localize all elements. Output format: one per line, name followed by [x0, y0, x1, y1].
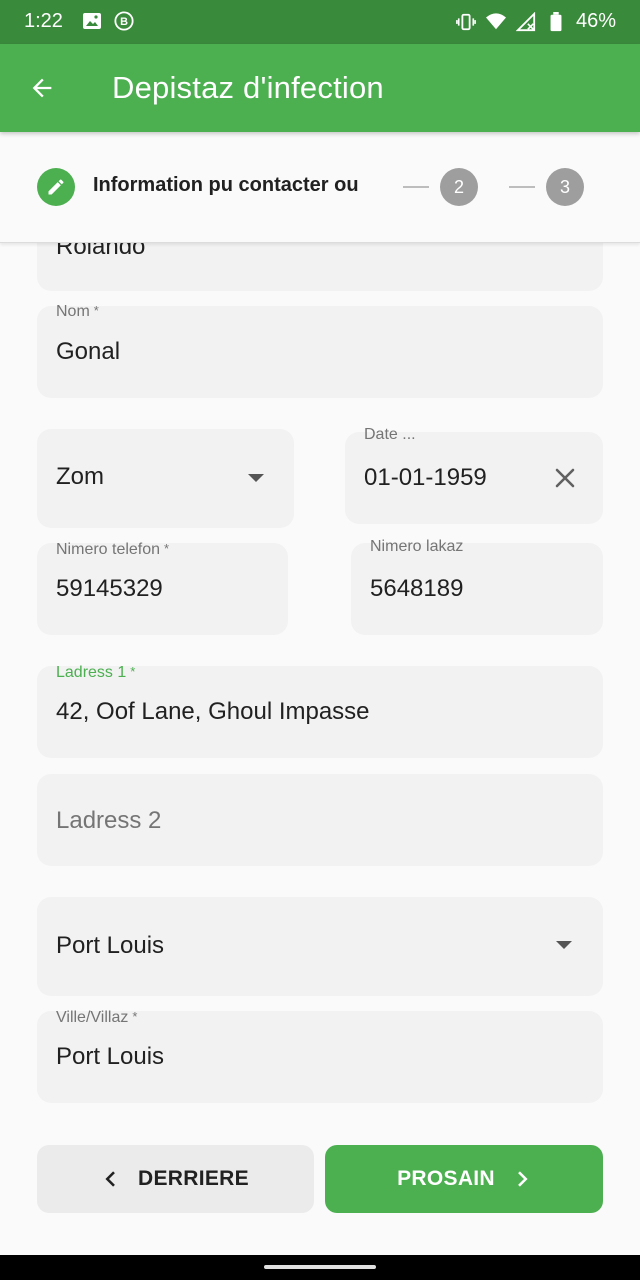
notification-icons: B: [82, 11, 134, 31]
city-label: Ville/Villaz *: [56, 1009, 138, 1026]
status-time: 1:22: [24, 10, 63, 32]
district-dropdown[interactable]: Port Louis: [37, 897, 603, 996]
step-connector: [509, 186, 535, 188]
address2-field[interactable]: Ladress 2: [37, 774, 603, 866]
step-connector: [403, 186, 429, 188]
first-name-field[interactable]: Rolando: [37, 243, 603, 291]
battery-percent: 46%: [575, 10, 616, 32]
chevron-right-icon: [517, 1171, 528, 1187]
system-nav-bar: [0, 1255, 640, 1280]
b-badge-icon: B: [114, 11, 134, 31]
svg-text:B: B: [120, 16, 128, 28]
city-field[interactable]: Ville/Villaz * Port Louis: [37, 1009, 603, 1103]
wifi-icon: [485, 12, 506, 29]
page-title: Depistaz d'infection: [112, 70, 384, 105]
gender-value: Zom: [56, 463, 104, 490]
phone-field[interactable]: Nimero telefon * 59145329: [37, 541, 288, 635]
step-2-indicator[interactable]: 2: [440, 168, 478, 206]
clear-date-button[interactable]: [545, 458, 585, 498]
home-phone-field[interactable]: Nimero lakaz 5648189: [351, 538, 603, 635]
pencil-icon: [48, 179, 64, 195]
last-name-value: Gonal: [56, 338, 121, 365]
form-content[interactable]: Rolando Nom * Gonal Zom Date ... 01-01-19…: [0, 243, 640, 1255]
dob-label: Date ...: [364, 426, 416, 443]
vibrate-icon: [456, 13, 476, 30]
phone-label: Nimero telefon *: [56, 541, 170, 558]
dob-field[interactable]: Date ... 01-01-1959: [345, 426, 603, 524]
back-step-label: DERRIERE: [138, 1167, 249, 1190]
step-1-indicator[interactable]: [37, 168, 75, 206]
app-bar: Depistaz d'infection: [0, 44, 640, 132]
first-name-value: Rolando: [56, 243, 146, 260]
back-button[interactable]: [20, 66, 64, 110]
battery-icon: [550, 11, 562, 31]
dob-value: 01-01-1959: [364, 464, 487, 491]
status-right: 46%: [456, 10, 616, 33]
next-step-button[interactable]: PROSAIN: [325, 1145, 603, 1213]
signal-icon: [515, 11, 536, 31]
dropdown-arrow-icon: [556, 941, 572, 949]
phone-value: 59145329: [56, 575, 163, 602]
address1-label: Ladress 1 *: [56, 664, 136, 681]
district-value: Port Louis: [56, 932, 165, 959]
close-icon: [555, 468, 575, 488]
step-1-label: Information pu contacter ou: [93, 174, 359, 196]
address1-value: 42, Oof Lane, Ghoul Impasse: [56, 698, 370, 725]
dropdown-arrow-icon: [248, 474, 264, 482]
chevron-left-icon: [105, 1171, 115, 1187]
gender-dropdown[interactable]: Zom: [37, 429, 294, 528]
back-step-button[interactable]: DERRIERE: [37, 1145, 314, 1213]
image-icon: [83, 13, 101, 29]
stepper: Information pu contacter ou 2 3: [0, 132, 640, 243]
last-name-field[interactable]: Nom * Gonal: [37, 303, 603, 398]
home-phone-label: Nimero lakaz: [370, 538, 464, 555]
step-3-indicator[interactable]: 3: [546, 168, 584, 206]
last-name-label: Nom *: [56, 303, 99, 320]
home-handle[interactable]: [264, 1265, 376, 1269]
address1-field[interactable]: Ladress 1 * 42, Oof Lane, Ghoul Impasse: [37, 664, 603, 758]
next-step-label: PROSAIN: [397, 1167, 495, 1190]
arrow-back-icon: [32, 78, 52, 98]
city-value: Port Louis: [56, 1043, 165, 1070]
address2-placeholder: Ladress 2: [56, 807, 162, 834]
status-bar: 1:22 B 46%: [0, 0, 640, 44]
home-phone-value: 5648189: [370, 575, 464, 602]
